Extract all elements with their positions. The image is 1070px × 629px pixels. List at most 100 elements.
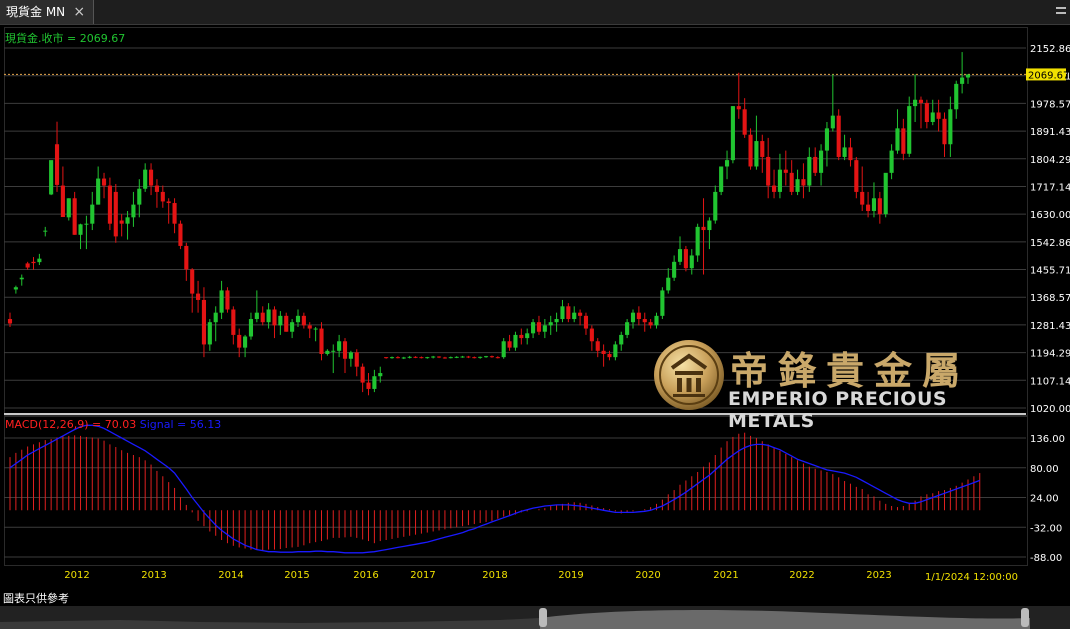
candle-down bbox=[113, 191, 118, 237]
candle-down bbox=[742, 109, 747, 135]
scroll-handle-right[interactable] bbox=[1021, 608, 1029, 627]
candle-down bbox=[942, 118, 947, 145]
candle-down bbox=[160, 191, 165, 202]
candle-up bbox=[219, 290, 224, 313]
candle-down bbox=[60, 185, 65, 218]
x-tick-label: 2015 bbox=[284, 570, 310, 581]
x-tick-label: 2016 bbox=[353, 570, 379, 581]
macd-legend-text: MACD(12,26,9) = 70.03 bbox=[5, 418, 137, 431]
candle-up bbox=[78, 224, 83, 235]
candle-up bbox=[313, 328, 318, 330]
candle-up bbox=[248, 319, 254, 337]
candle-up bbox=[654, 315, 659, 326]
candle-up bbox=[666, 277, 671, 291]
candle-up bbox=[143, 169, 148, 189]
candle-down bbox=[918, 99, 924, 103]
price-tick-label: 1281.43 bbox=[1030, 321, 1070, 332]
candle-down bbox=[272, 309, 277, 326]
logo-name-en: EMPERIO PRECIOUS METALS bbox=[728, 388, 948, 432]
candle-down bbox=[419, 357, 424, 359]
last-price-label: 2069.67 bbox=[1028, 70, 1069, 81]
candle-up bbox=[554, 319, 559, 323]
price-tick-label: 1542.86 bbox=[1030, 238, 1070, 249]
candle-down bbox=[783, 169, 788, 173]
x-tick-label: 2019 bbox=[558, 570, 584, 581]
candle-up bbox=[677, 249, 683, 262]
candle-down bbox=[154, 185, 159, 192]
candle-up bbox=[960, 77, 965, 84]
candle-down bbox=[860, 191, 865, 205]
x-tick-label: 2012 bbox=[64, 570, 90, 581]
candle-down bbox=[201, 299, 207, 345]
x-tick-label: 2022 bbox=[789, 570, 815, 581]
candle-up bbox=[484, 356, 489, 358]
candle-down bbox=[442, 357, 447, 359]
candle-down bbox=[519, 334, 524, 339]
candle-down bbox=[395, 357, 400, 359]
candle-up bbox=[883, 172, 888, 215]
candle-down bbox=[789, 172, 794, 192]
scroll-handle-left[interactable] bbox=[539, 608, 547, 627]
candle-down bbox=[366, 382, 371, 389]
candle-up bbox=[660, 290, 665, 316]
candle-up bbox=[819, 150, 824, 173]
macd-tick-label: 136.00 bbox=[1030, 434, 1065, 445]
candle-up bbox=[719, 166, 724, 192]
horizontal-scrollbar[interactable] bbox=[0, 606, 1070, 629]
candle-down bbox=[683, 249, 688, 269]
price-tick-label: 1978.57 bbox=[1030, 99, 1070, 110]
candle-up bbox=[930, 112, 935, 122]
x-tick-label: 2013 bbox=[141, 570, 167, 581]
candle-up bbox=[707, 220, 712, 231]
candle-up bbox=[724, 160, 730, 167]
candle-down bbox=[360, 366, 365, 383]
price-tick-label: 1368.57 bbox=[1030, 293, 1070, 304]
candle-down bbox=[701, 226, 706, 231]
candle-up bbox=[572, 312, 577, 320]
candle-up bbox=[49, 160, 54, 195]
candle-down bbox=[848, 147, 853, 161]
candle-down bbox=[936, 112, 941, 119]
candle-up bbox=[948, 109, 953, 145]
candle-down bbox=[866, 204, 871, 211]
candle-down bbox=[184, 245, 189, 270]
price-tick-label: 1020.00 bbox=[1030, 404, 1070, 415]
x-axis: 2012 2013 2014 2015 2016 2017 2018 2019 2020 2021… bbox=[0, 566, 1070, 586]
candle-down bbox=[196, 293, 201, 300]
candle-down bbox=[813, 156, 818, 173]
candle-up bbox=[513, 334, 518, 348]
candle-down bbox=[231, 309, 236, 335]
x-tick-label: 2020 bbox=[635, 570, 661, 581]
candle-up bbox=[478, 356, 483, 358]
price-tick-label: 2152.86 bbox=[1030, 44, 1070, 55]
x-tick-label: 2017 bbox=[410, 570, 436, 581]
candle-up bbox=[795, 179, 800, 192]
candle-down bbox=[489, 356, 494, 358]
candle-down bbox=[413, 356, 418, 358]
candle-down bbox=[495, 357, 500, 359]
x-tick-label: 2021 bbox=[713, 570, 739, 581]
x-tick-label: 2014 bbox=[218, 570, 244, 581]
candle-down bbox=[319, 328, 324, 354]
candle-up bbox=[542, 325, 547, 332]
candle-up bbox=[213, 312, 218, 323]
candle-up bbox=[254, 312, 259, 320]
price-tick-label: 1804.29 bbox=[1030, 155, 1070, 166]
candle-down bbox=[301, 315, 306, 326]
candle-up bbox=[454, 356, 459, 358]
candle-down bbox=[7, 319, 13, 324]
price-tick-label: 1630.00 bbox=[1030, 210, 1070, 221]
candle-up bbox=[560, 306, 565, 320]
candle-down bbox=[566, 306, 571, 320]
candle-down bbox=[766, 156, 771, 186]
candle-down bbox=[901, 128, 906, 154]
candle-down bbox=[178, 223, 183, 246]
candle-down bbox=[119, 220, 124, 224]
candle-up bbox=[84, 223, 89, 225]
price-tick-label: 1455.71 bbox=[1030, 266, 1070, 277]
candle-down bbox=[877, 198, 882, 215]
signal-line bbox=[9, 424, 981, 554]
candle-down bbox=[595, 341, 600, 351]
price-tick-label: 1107.14 bbox=[1030, 376, 1070, 387]
candle-up bbox=[613, 344, 618, 358]
